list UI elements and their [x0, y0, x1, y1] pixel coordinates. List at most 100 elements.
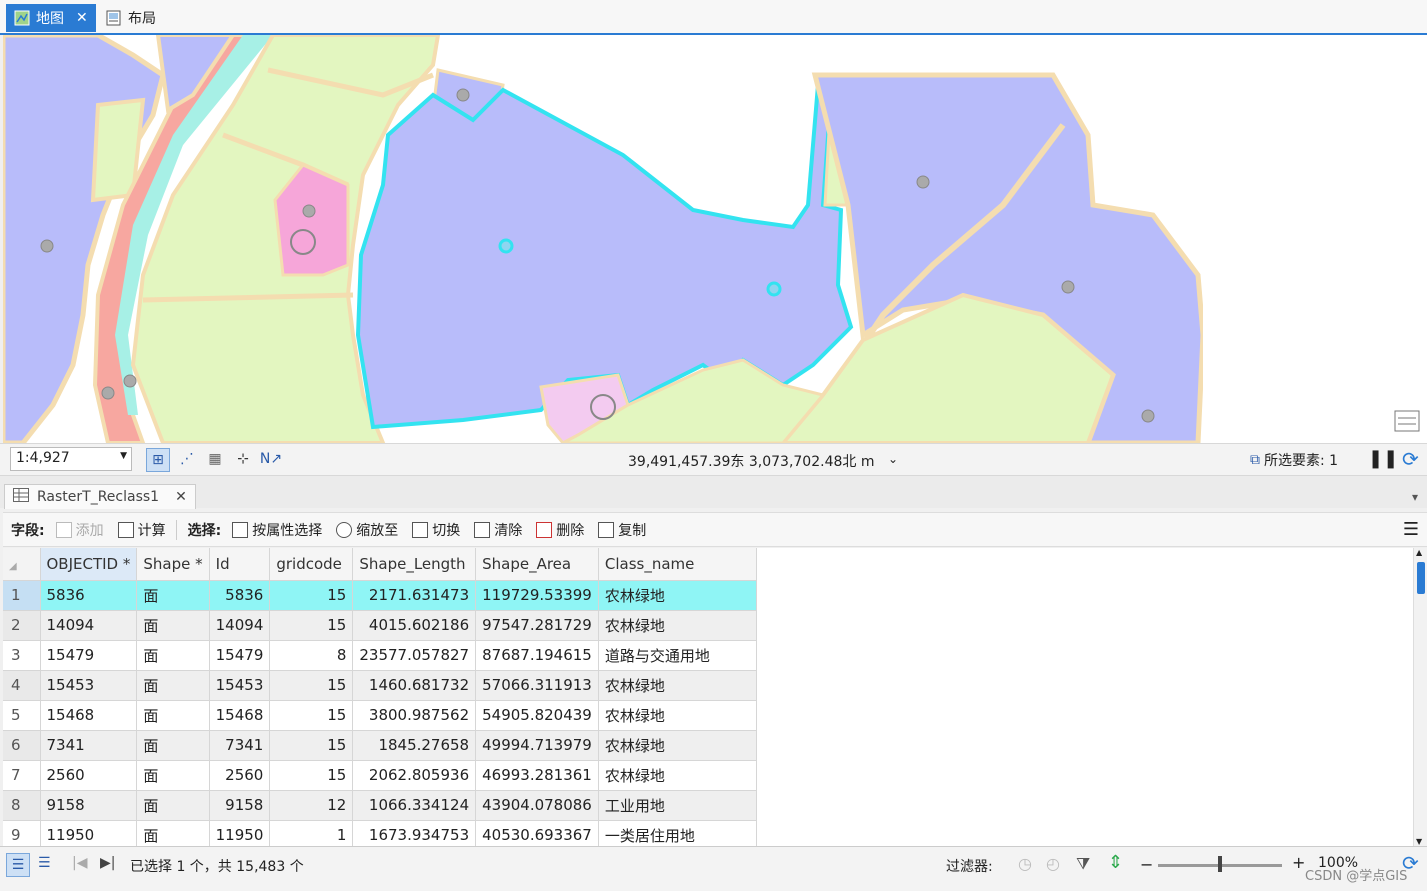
row-number[interactable]: 6 — [3, 730, 41, 761]
time-filter-icon[interactable]: ◷ — [1018, 854, 1032, 873]
attribute-table-grid[interactable]: ◢ OBJECTID * Shape * Id gridcode Shape_L… — [3, 548, 1427, 846]
scrollbar-thumb[interactable] — [1417, 562, 1425, 594]
column-header-shape[interactable]: Shape * — [136, 548, 210, 581]
table-cell[interactable]: 1 — [269, 820, 354, 846]
table-cell[interactable]: 14094 — [209, 610, 271, 641]
table-cell[interactable]: 道路与交通用地 — [598, 640, 757, 671]
zoom-slider-handle[interactable] — [1218, 856, 1222, 872]
table-cell[interactable]: 15 — [269, 730, 354, 761]
table-cell[interactable]: 15468 — [40, 700, 138, 731]
sort-icon[interactable]: ⇕ — [1108, 852, 1123, 873]
table-cell[interactable]: 农林绿地 — [598, 610, 757, 641]
tab-map[interactable]: 地图 ✕ — [6, 4, 96, 32]
row-number[interactable]: 3 — [3, 640, 41, 671]
delete-button[interactable]: 删除 — [529, 514, 591, 545]
selected-features[interactable]: ⧉ 所选要素: 1 — [1250, 450, 1338, 470]
table-cell[interactable]: 面 — [136, 670, 210, 701]
table-cell[interactable]: 7341 — [209, 730, 271, 761]
table-cell[interactable]: 面 — [136, 820, 210, 846]
table-cell[interactable]: 9158 — [40, 790, 138, 821]
table-cell[interactable]: 农林绿地 — [598, 580, 757, 611]
vertical-scrollbar[interactable]: ▲ ▼ — [1413, 548, 1427, 846]
row-header-corner[interactable]: ◢ — [3, 548, 41, 581]
guides-icon[interactable]: ⊹ — [232, 448, 254, 470]
fixed-zoom-icon[interactable]: ⊞ — [146, 448, 170, 472]
table-cell[interactable]: 97547.281729 — [475, 610, 599, 641]
table-cell[interactable]: 9158 — [209, 790, 271, 821]
table-row[interactable]: 4 15453 面 15453 15 1460.681732 57066.311913 农林绿… — [3, 670, 757, 701]
scale-dropdown[interactable]: 1:4,927 ▼ — [10, 447, 132, 471]
table-cell[interactable]: 15 — [269, 760, 354, 791]
table-cell[interactable]: 3800.987562 — [352, 700, 477, 731]
row-number[interactable]: 7 — [3, 760, 41, 791]
table-cell[interactable]: 15 — [269, 610, 354, 641]
table-cell[interactable]: 15468 — [209, 700, 271, 731]
table-cell[interactable]: 49994.713979 — [475, 730, 599, 761]
table-cell[interactable]: 15 — [269, 580, 354, 611]
table-cell[interactable]: 5836 — [209, 580, 271, 611]
zoom-in-button[interactable]: + — [1292, 853, 1305, 872]
table-row[interactable]: 5 15468 面 15468 15 3800.987562 54905.820439 农林绿… — [3, 700, 757, 731]
column-header-objectid[interactable]: OBJECTID * — [40, 548, 138, 581]
table-cell[interactable]: 119729.53399 — [475, 580, 599, 611]
table-cell[interactable]: 54905.820439 — [475, 700, 599, 731]
grid-icon[interactable]: ▦ — [204, 448, 226, 470]
menu-icon[interactable]: ☰ — [1403, 519, 1419, 540]
scroll-up-icon[interactable]: ▲ — [1416, 548, 1422, 557]
table-cell[interactable]: 一类居住用地 — [598, 820, 757, 846]
table-cell[interactable]: 15453 — [209, 670, 271, 701]
clear-selection-button[interactable]: 清除 — [467, 514, 529, 545]
add-field-button[interactable]: 添加 — [49, 514, 111, 545]
table-cell[interactable]: 11950 — [40, 820, 138, 846]
zoom-out-button[interactable]: − — [1140, 855, 1153, 874]
table-cell[interactable]: 15453 — [40, 670, 138, 701]
table-row[interactable]: 2 14094 面 14094 15 4015.602186 97547.281729 农林绿… — [3, 610, 757, 641]
range-filter-icon[interactable]: ◴ — [1046, 854, 1060, 873]
table-cell[interactable]: 面 — [136, 700, 210, 731]
zoom-to-button[interactable]: 缩放至 — [329, 514, 405, 545]
table-cell[interactable]: 8 — [269, 640, 354, 671]
north-arrow-icon[interactable]: N↗ — [260, 448, 282, 470]
close-icon[interactable]: ✕ — [175, 489, 187, 505]
select-by-attributes-button[interactable]: 按属性选择 — [225, 514, 329, 545]
table-cell[interactable]: 2062.805936 — [352, 760, 477, 791]
table-cell[interactable]: 11950 — [209, 820, 271, 846]
refresh-icon[interactable]: ⟳ — [1402, 447, 1419, 471]
calculate-field-button[interactable]: 计算 — [111, 514, 173, 545]
attribute-table-tab[interactable]: RasterT_Reclass1 ✕ — [4, 484, 196, 509]
table-cell[interactable]: 12 — [269, 790, 354, 821]
table-cell[interactable]: 农林绿地 — [598, 760, 757, 791]
column-header-class-name[interactable]: Class_name — [598, 548, 757, 581]
table-cell[interactable]: 面 — [136, 640, 210, 671]
chevron-down-icon[interactable]: ▾ — [1412, 490, 1418, 504]
show-selected-records-icon[interactable]: ☰ — [38, 855, 51, 871]
table-cell[interactable]: 15 — [269, 700, 354, 731]
scroll-down-icon[interactable]: ▼ — [1416, 837, 1422, 846]
column-header-shape-area[interactable]: Shape_Area — [475, 548, 599, 581]
column-header-gridcode[interactable]: gridcode — [269, 548, 354, 581]
table-cell[interactable]: 农林绿地 — [598, 670, 757, 701]
table-row[interactable]: 8 9158 面 9158 12 1066.334124 43904.078086 工业用地 — [3, 790, 757, 821]
table-cell[interactable]: 87687.194615 — [475, 640, 599, 671]
table-cell[interactable]: 农林绿地 — [598, 730, 757, 761]
table-cell[interactable]: 15479 — [209, 640, 271, 671]
filter-icon[interactable]: ⧩ — [1076, 854, 1090, 874]
table-row[interactable]: 3 15479 面 15479 8 23577.057827 87687.194615 道路与… — [3, 640, 757, 671]
column-header-id[interactable]: Id — [209, 548, 271, 581]
row-number[interactable]: 2 — [3, 610, 41, 641]
table-cell[interactable]: 面 — [136, 790, 210, 821]
table-cell[interactable]: 57066.311913 — [475, 670, 599, 701]
table-cell[interactable]: 面 — [136, 610, 210, 641]
table-row[interactable]: 7 2560 面 2560 15 2062.805936 46993.281361 农林绿地 — [3, 760, 757, 791]
table-cell[interactable]: 46993.281361 — [475, 760, 599, 791]
table-cell[interactable]: 7341 — [40, 730, 138, 761]
table-cell[interactable]: 1460.681732 — [352, 670, 477, 701]
first-record-icon[interactable]: |◀ — [72, 855, 87, 871]
table-cell[interactable]: 1673.934753 — [352, 820, 477, 846]
table-cell[interactable]: 14094 — [40, 610, 138, 641]
row-number[interactable]: 8 — [3, 790, 41, 821]
chevron-down-icon[interactable]: ⌄ — [888, 452, 898, 466]
row-number[interactable]: 5 — [3, 700, 41, 731]
table-cell[interactable]: 1066.334124 — [352, 790, 477, 821]
table-cell[interactable]: 4015.602186 — [352, 610, 477, 641]
